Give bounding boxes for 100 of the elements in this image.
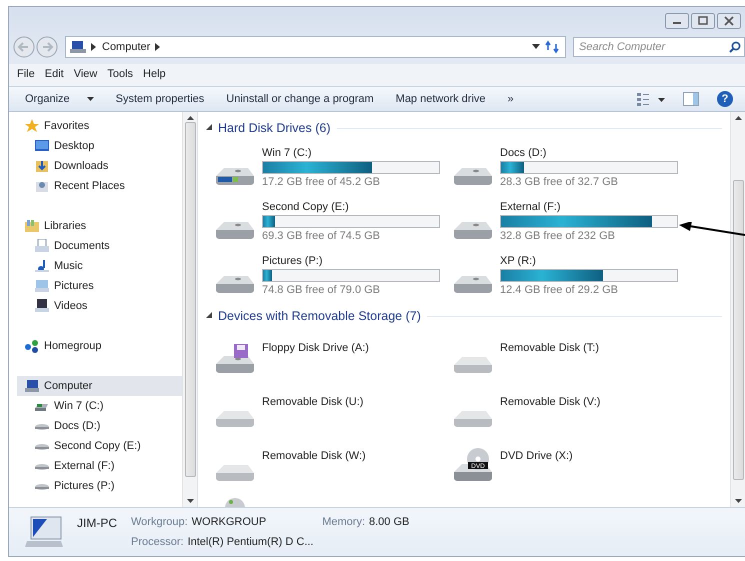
nav-item[interactable]: Downloads bbox=[17, 156, 182, 176]
toolbar-button[interactable]: Uninstall or change a program bbox=[218, 90, 382, 108]
drive-name[interactable]: Win 7 (C:) bbox=[262, 147, 440, 159]
computer-name: JIM-PC bbox=[77, 516, 117, 530]
nav-item[interactable]: Second Copy (E:) bbox=[17, 436, 182, 456]
drive-name[interactable]: Floppy Disk Drive (A:) bbox=[262, 342, 369, 354]
annotation-arrow bbox=[679, 222, 745, 236]
nav-item[interactable]: Win 7 (C:) bbox=[17, 396, 182, 416]
hard-drive-icon bbox=[454, 168, 492, 185]
drive-name[interactable]: Removable Disk (U:) bbox=[262, 396, 364, 408]
nav-item[interactable]: External (F:) bbox=[17, 456, 182, 476]
field-label: Memory: bbox=[322, 516, 365, 530]
nav-item[interactable]: Documents bbox=[17, 236, 182, 256]
nav-item[interactable]: Videos bbox=[17, 296, 182, 316]
scroll-down-icon[interactable] bbox=[186, 499, 194, 503]
field-value: 8.00 GB bbox=[369, 516, 410, 530]
free-space-text: 69.3 GB free of 74.5 GB bbox=[262, 230, 382, 242]
nav-item[interactable]: Computer bbox=[17, 376, 182, 396]
scroll-down-icon[interactable] bbox=[734, 499, 742, 503]
search-field[interactable]: Search Computer bbox=[573, 37, 745, 57]
nav-item[interactable]: Favorites bbox=[17, 116, 182, 136]
scrollbar[interactable] bbox=[730, 112, 745, 507]
nav-item[interactable]: Homegroup bbox=[17, 336, 182, 356]
section-header[interactable]: Hard Disk Drives (6) bbox=[218, 121, 331, 135]
menu-item[interactable]: Tools bbox=[107, 68, 134, 82]
scroll-thumb[interactable] bbox=[732, 180, 744, 480]
collapse-icon[interactable] bbox=[206, 312, 212, 320]
picture-icon bbox=[35, 279, 49, 293]
drive-name[interactable]: Second Copy (E:) bbox=[262, 201, 440, 213]
hard-drive-icon bbox=[454, 276, 492, 293]
nav-item[interactable]: Libraries bbox=[17, 216, 182, 236]
hard-drive-icon bbox=[216, 222, 254, 239]
menu-item[interactable]: Help bbox=[143, 68, 166, 82]
people-icon bbox=[25, 339, 39, 353]
nav-item[interactable]: Pictures (P:) bbox=[17, 476, 182, 496]
drive-name[interactable]: Removable Disk (W:) bbox=[262, 450, 366, 462]
scroll-up-icon[interactable] bbox=[734, 116, 742, 120]
nav-item[interactable]: Desktop bbox=[17, 136, 182, 156]
close-button[interactable] bbox=[717, 13, 741, 29]
field-label: Workgroup: bbox=[131, 516, 188, 530]
nav-item[interactable]: Music bbox=[17, 256, 182, 276]
drive-name[interactable]: DVD Drive (X:) bbox=[500, 450, 573, 462]
address-bar[interactable]: Computer bbox=[65, 36, 566, 58]
view-options-button[interactable] bbox=[637, 92, 665, 106]
removable-disk-icon bbox=[454, 357, 492, 373]
organize-menu-button[interactable]: Organize bbox=[17, 90, 102, 108]
hard-drive-icon bbox=[216, 276, 254, 293]
minimize-button[interactable] bbox=[665, 13, 689, 29]
field-value: Intel(R) Pentium(R) D C... bbox=[188, 536, 314, 548]
menu-item[interactable]: File bbox=[17, 68, 35, 82]
free-space-text: 28.3 GB free of 32.7 GB bbox=[500, 176, 620, 188]
drive-name[interactable]: XP (R:) bbox=[500, 255, 678, 267]
help-button[interactable]: ? bbox=[717, 91, 733, 107]
removable-disk-icon bbox=[454, 411, 492, 427]
chevron-icon[interactable] bbox=[91, 43, 97, 51]
breadcrumb[interactable]: Computer bbox=[102, 41, 150, 53]
collapse-icon[interactable] bbox=[206, 124, 212, 132]
hard-drive-icon bbox=[454, 222, 492, 239]
refresh-icon[interactable] bbox=[545, 40, 561, 54]
computer-icon bbox=[70, 40, 86, 54]
toolbar-button[interactable]: Map network drive bbox=[388, 90, 494, 108]
drive-name[interactable]: External (F:) bbox=[500, 201, 678, 213]
caret-icon bbox=[86, 96, 94, 102]
scroll-thumb[interactable] bbox=[184, 122, 196, 477]
toolbar-button[interactable]: System properties bbox=[108, 90, 212, 108]
preview-pane-button[interactable] bbox=[683, 92, 699, 106]
computer-icon bbox=[23, 515, 63, 549]
free-space-text: 17.2 GB free of 45.2 GB bbox=[262, 176, 382, 188]
drive-name[interactable]: Docs (D:) bbox=[500, 147, 678, 159]
star-icon bbox=[25, 119, 39, 133]
menu-item[interactable]: View bbox=[74, 68, 98, 82]
free-space-text: 74.8 GB free of 79.0 GB bbox=[262, 284, 382, 296]
maximize-button[interactable] bbox=[691, 13, 715, 29]
desktop-icon bbox=[35, 139, 49, 153]
computer-icon bbox=[25, 379, 39, 393]
nav-item[interactable]: Docs (D:) bbox=[17, 416, 182, 436]
nav-item[interactable]: Pictures bbox=[17, 276, 182, 296]
drive-name[interactable]: Removable Disk (V:) bbox=[500, 396, 600, 408]
drive-name[interactable]: Pictures (P:) bbox=[262, 255, 440, 267]
hard-drive-icon bbox=[216, 168, 254, 185]
document-stack-icon bbox=[35, 239, 49, 253]
library-icon bbox=[25, 219, 39, 233]
drive-name[interactable]: Removable Disk (T:) bbox=[500, 342, 600, 354]
floppy-drive-icon bbox=[216, 344, 254, 373]
section-header[interactable]: Devices with Removable Storage (7) bbox=[218, 309, 421, 323]
free-space-text: 12.4 GB free of 29.2 GB bbox=[500, 284, 620, 296]
more-button[interactable]: » bbox=[500, 90, 522, 108]
scrollbar[interactable] bbox=[182, 112, 197, 507]
dropdown-arrow-icon[interactable] bbox=[532, 44, 540, 50]
removable-disk-icon bbox=[216, 465, 254, 481]
chevron-icon[interactable] bbox=[155, 43, 162, 51]
nav-item[interactable]: Recent Places bbox=[17, 176, 182, 196]
music-note-icon bbox=[35, 259, 49, 273]
scroll-up-icon[interactable] bbox=[186, 116, 194, 120]
free-space-text: 32.8 GB free of 232 GB bbox=[500, 230, 616, 242]
removable-disk-icon bbox=[216, 411, 254, 427]
field-value: WORKGROUP bbox=[192, 516, 266, 530]
folder-arrow-icon bbox=[35, 159, 49, 173]
field-label: Processor: bbox=[131, 536, 184, 548]
menu-item[interactable]: Edit bbox=[44, 68, 64, 82]
